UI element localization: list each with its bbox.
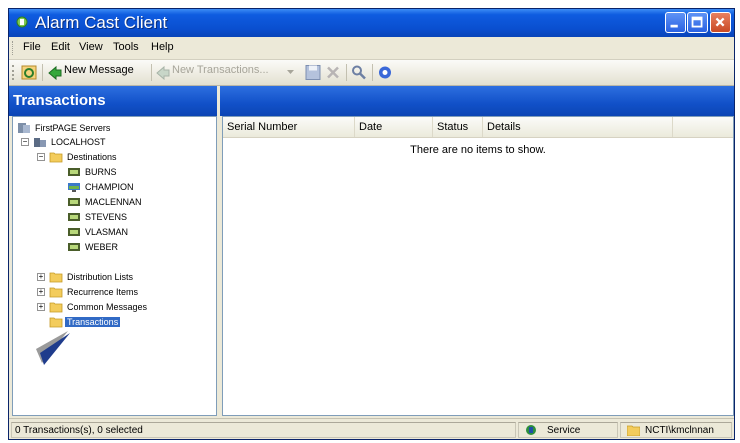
server-icon [34, 138, 46, 147]
pointer-arrow-icon [36, 331, 70, 365]
title-bar[interactable]: Alarm Cast Client [9, 9, 734, 37]
tree-label: Transactions [65, 317, 121, 327]
service-label: Service [547, 425, 581, 436]
tree-label: MACLENNAN [85, 197, 142, 207]
new-message-button[interactable]: New Message [47, 64, 147, 81]
tree-label: VLASMAN [85, 227, 129, 237]
pager-icon [68, 168, 80, 176]
close-button[interactable] [710, 12, 731, 33]
tree-label: Distribution Lists [67, 272, 134, 282]
expand-toggle-icon[interactable]: + [37, 273, 45, 281]
collapse-toggle-icon[interactable]: − [21, 138, 29, 146]
pane-title: Transactions [13, 92, 106, 109]
menu-grip[interactable] [12, 41, 16, 55]
server-group-icon [18, 123, 30, 133]
new-transactions-icon [156, 65, 170, 80]
new-transactions-label: New Transactions... [172, 64, 269, 76]
save-icon[interactable] [305, 64, 321, 81]
folder-icon [49, 272, 63, 283]
maximize-icon [691, 16, 703, 28]
column-label: Status [437, 121, 469, 133]
column-details[interactable]: Details [483, 117, 673, 137]
new-transactions-button[interactable]: New Transactions... [155, 64, 295, 81]
user-label: NCTI\kmclnnan [645, 425, 714, 436]
folder-icon [49, 302, 63, 313]
toolbar-separator [151, 64, 152, 81]
tree-label: FirstPAGE Servers [35, 123, 111, 133]
menu-edit[interactable]: Edit [51, 41, 70, 53]
new-message-label: New Message [64, 64, 134, 76]
pager-icon [68, 198, 80, 206]
empty-list-message: There are no items to show. [410, 144, 546, 156]
refresh-icon[interactable] [21, 64, 38, 81]
maximize-button[interactable] [687, 12, 708, 33]
toolbar: New Message New Transactions... [9, 60, 734, 86]
column-label: Date [359, 121, 383, 133]
navigation-tree: FirstPAGE Servers − LOCALHOST − Destinat… [12, 116, 217, 416]
toolbar-grip[interactable] [12, 65, 17, 80]
delete-icon[interactable] [325, 64, 341, 81]
menu-file[interactable]: File [23, 41, 41, 53]
pager-icon [68, 228, 80, 236]
close-icon [715, 17, 725, 27]
pager-icon [68, 243, 80, 251]
status-summary-text: 0 Transactions(s), 0 selected [15, 425, 143, 436]
tree-label: Destinations [67, 152, 117, 162]
transactions-list: Serial Number Date Status Details There … [222, 116, 734, 416]
toolbar-separator [372, 64, 373, 81]
status-user: NCTI\kmclnnan [620, 422, 732, 438]
folder-icon [49, 287, 63, 298]
new-message-icon [48, 65, 62, 80]
column-date[interactable]: Date [355, 117, 433, 137]
tree-label: WEBER [85, 242, 119, 252]
expand-toggle-icon[interactable]: + [37, 288, 45, 296]
monitor-icon [68, 183, 80, 192]
column-serial-number[interactable]: Serial Number [223, 117, 355, 137]
folder-open-icon [49, 152, 63, 163]
list-header: Serial Number Date Status Details [223, 117, 733, 138]
window-title: Alarm Cast Client [35, 13, 168, 32]
status-bar: 0 Transactions(s), 0 selected Service NC… [9, 418, 734, 439]
status-service: Service [518, 422, 618, 438]
column-status[interactable]: Status [433, 117, 483, 137]
toolbar-separator [42, 64, 43, 81]
pane-header: Transactions [9, 86, 734, 116]
menu-bar: File Edit View Tools Help [9, 37, 734, 60]
menu-tools[interactable]: Tools [113, 41, 139, 53]
service-icon [526, 425, 536, 435]
status-summary: 0 Transactions(s), 0 selected [11, 422, 516, 438]
tree-label: LOCALHOST [51, 137, 106, 147]
collapse-toggle-icon[interactable]: − [37, 153, 45, 161]
column-label: Serial Number [227, 121, 298, 133]
search-icon[interactable] [351, 64, 367, 81]
pager-icon [68, 213, 80, 221]
help-icon[interactable] [377, 64, 393, 81]
minimize-icon [670, 24, 678, 28]
tree-label: STEVENS [85, 212, 128, 222]
pane-splitter[interactable] [217, 86, 220, 116]
app-window: Alarm Cast Client File Edit View Tools H… [8, 8, 735, 440]
tree-label: BURNS [85, 167, 117, 177]
tree-label: Recurrence Items [67, 287, 139, 297]
dropdown-arrow-icon [287, 70, 294, 74]
menu-view[interactable]: View [79, 41, 103, 53]
expand-toggle-icon[interactable]: + [37, 303, 45, 311]
toolbar-separator [346, 64, 347, 81]
user-folder-icon [627, 425, 640, 436]
minimize-button[interactable] [665, 12, 686, 33]
app-icon [16, 16, 28, 28]
tree-label: CHAMPION [85, 182, 134, 192]
tree-label: Common Messages [67, 302, 148, 312]
menu-help[interactable]: Help [151, 41, 174, 53]
column-label: Details [487, 121, 521, 133]
